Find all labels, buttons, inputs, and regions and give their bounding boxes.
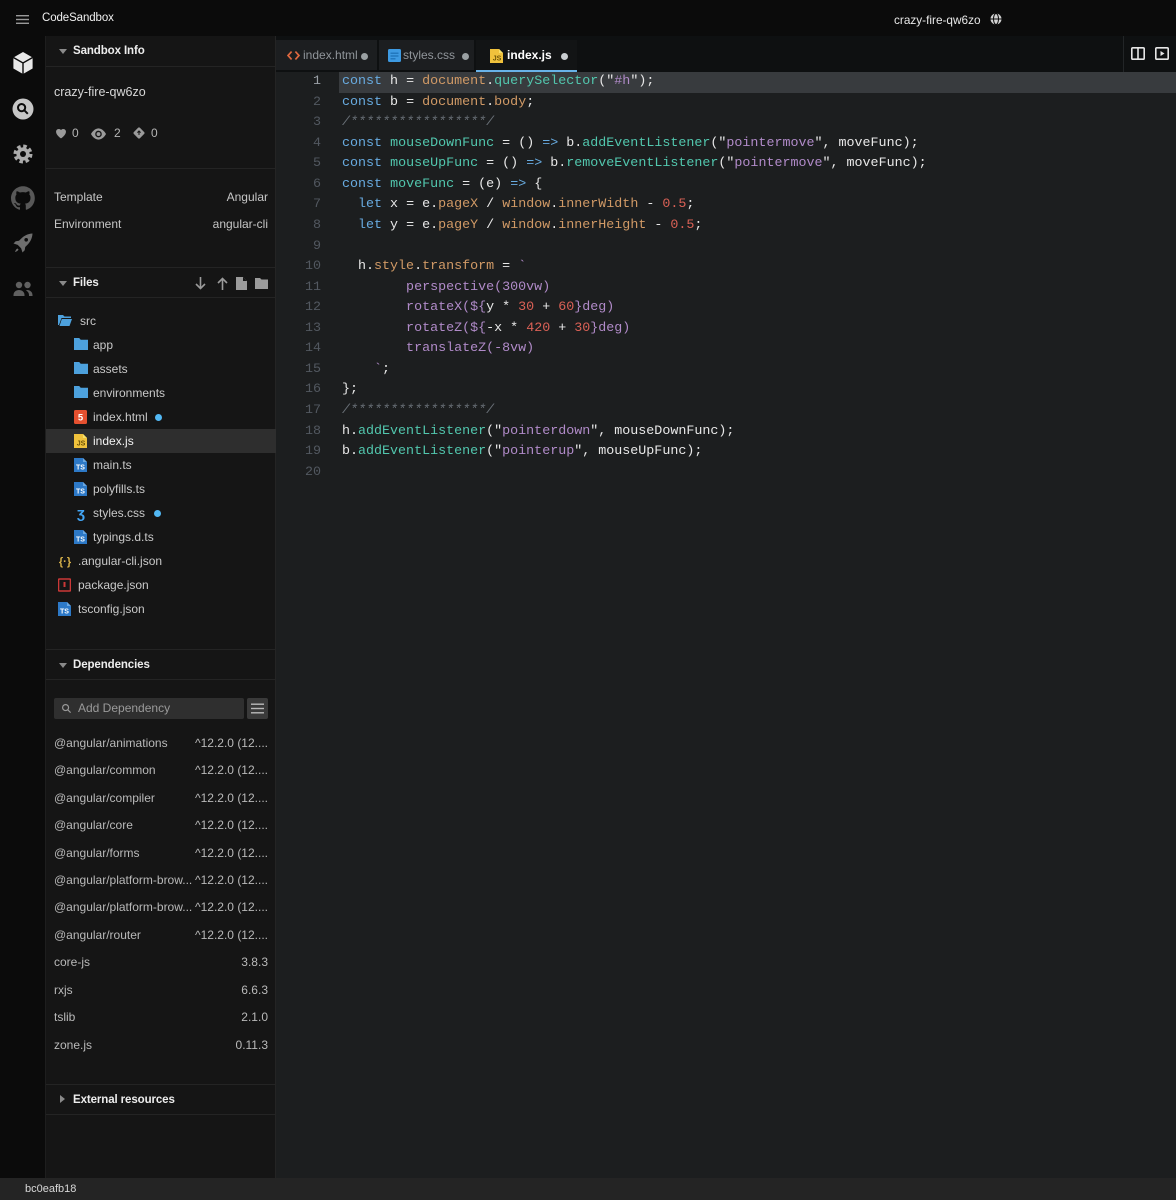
svg-text:JS: JS [77, 441, 86, 448]
svg-text:{·}: {·} [59, 556, 72, 568]
svg-text:ʒ: ʒ [77, 505, 85, 521]
svg-text:JS: JS [493, 56, 502, 63]
svg-text:TS: TS [76, 489, 85, 496]
svg-text:5: 5 [78, 413, 84, 424]
svg-text:TS: TS [76, 465, 85, 472]
svg-text:TS: TS [60, 609, 69, 616]
svg-text:TS: TS [76, 537, 85, 544]
